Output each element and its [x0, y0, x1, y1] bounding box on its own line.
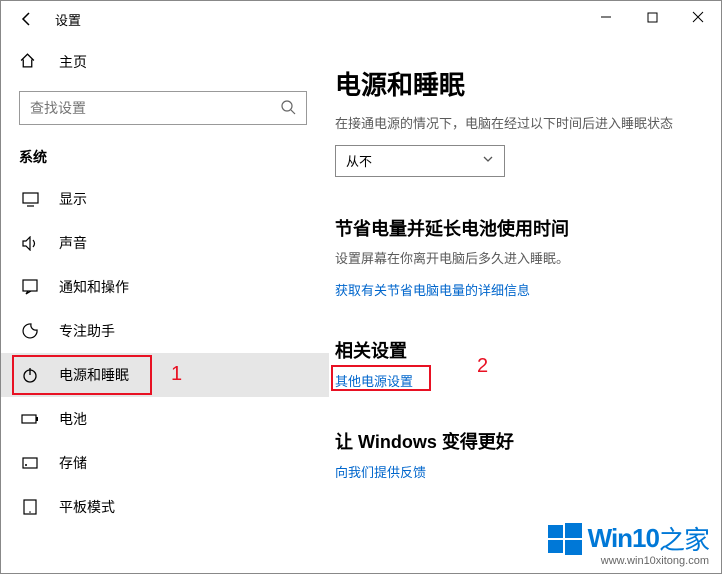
- select-value: 从不: [346, 151, 372, 170]
- better-heading: 让 Windows 变得更好: [335, 428, 691, 454]
- close-button[interactable]: [675, 1, 721, 33]
- minimize-button[interactable]: [583, 1, 629, 33]
- watermark: Win10之家 www.win10xitong.com: [548, 520, 709, 567]
- search-icon: [280, 99, 296, 118]
- sidebar-item-power-sleep[interactable]: 电源和睡眠 1: [1, 353, 329, 397]
- notifications-icon: [19, 279, 41, 295]
- watermark-brand-suffix: 之家: [659, 520, 709, 557]
- sidebar-item-label: 存储: [59, 453, 87, 473]
- sidebar-item-label: 显示: [59, 189, 87, 209]
- back-button[interactable]: [15, 7, 39, 31]
- home-button[interactable]: 主页: [1, 43, 329, 81]
- focus-icon: [19, 323, 41, 339]
- search-box[interactable]: [19, 91, 307, 125]
- page-heading: 电源和睡眠: [335, 65, 691, 102]
- window-title: 设置: [55, 10, 81, 29]
- save-power-sub: 设置屏幕在你离开电脑后多久进入睡眠。: [335, 249, 691, 270]
- windows-logo-icon: [548, 522, 582, 556]
- display-icon: [19, 192, 41, 207]
- main-panel: 电源和睡眠 在接通电源的情况下，电脑在经过以下时间后进入睡眠状态 从不 节省电量…: [329, 37, 721, 573]
- home-icon: [19, 52, 41, 72]
- additional-power-link[interactable]: 其他电源设置: [335, 371, 413, 390]
- sidebar-item-battery[interactable]: 电池: [1, 397, 329, 441]
- sidebar-item-label: 平板模式: [59, 497, 115, 517]
- power-icon: [19, 367, 41, 383]
- sidebar-item-label: 声音: [59, 233, 87, 253]
- watermark-brand-prefix: Win10: [588, 523, 659, 554]
- window-controls: [583, 1, 721, 33]
- sleep-description: 在接通电源的情况下，电脑在经过以下时间后进入睡眠状态: [335, 114, 691, 135]
- sidebar-item-focus[interactable]: 专注助手: [1, 309, 329, 353]
- sidebar: 主页 系统 显示 声音 通知和操作: [1, 37, 329, 573]
- sidebar-item-label: 专注助手: [59, 321, 115, 341]
- storage-icon: [19, 455, 41, 471]
- save-power-link[interactable]: 获取有关节省电脑电量的详细信息: [335, 280, 530, 299]
- search-input[interactable]: [30, 100, 280, 116]
- related-heading: 相关设置: [335, 337, 691, 363]
- home-label: 主页: [59, 52, 87, 72]
- maximize-button[interactable]: [629, 1, 675, 33]
- sleep-timeout-select[interactable]: 从不: [335, 145, 505, 177]
- annotation-number-1: 1: [171, 363, 182, 386]
- category-header: 系统: [1, 139, 329, 177]
- sidebar-item-label: 通知和操作: [59, 277, 129, 297]
- battery-icon: [19, 413, 41, 425]
- sidebar-item-label: 电池: [59, 409, 87, 429]
- sidebar-item-display[interactable]: 显示: [1, 177, 329, 221]
- feedback-link[interactable]: 向我们提供反馈: [335, 462, 426, 481]
- sidebar-item-notifications[interactable]: 通知和操作: [1, 265, 329, 309]
- tablet-icon: [19, 499, 41, 515]
- chevron-down-icon: [482, 153, 494, 168]
- sidebar-item-storage[interactable]: 存储: [1, 441, 329, 485]
- sidebar-item-tablet[interactable]: 平板模式: [1, 485, 329, 529]
- save-power-heading: 节省电量并延长电池使用时间: [335, 215, 691, 241]
- sound-icon: [19, 236, 41, 251]
- annotation-number-2: 2: [477, 355, 488, 378]
- sidebar-item-label: 电源和睡眠: [59, 365, 129, 385]
- watermark-url: www.win10xitong.com: [548, 555, 709, 567]
- sidebar-item-sound[interactable]: 声音: [1, 221, 329, 265]
